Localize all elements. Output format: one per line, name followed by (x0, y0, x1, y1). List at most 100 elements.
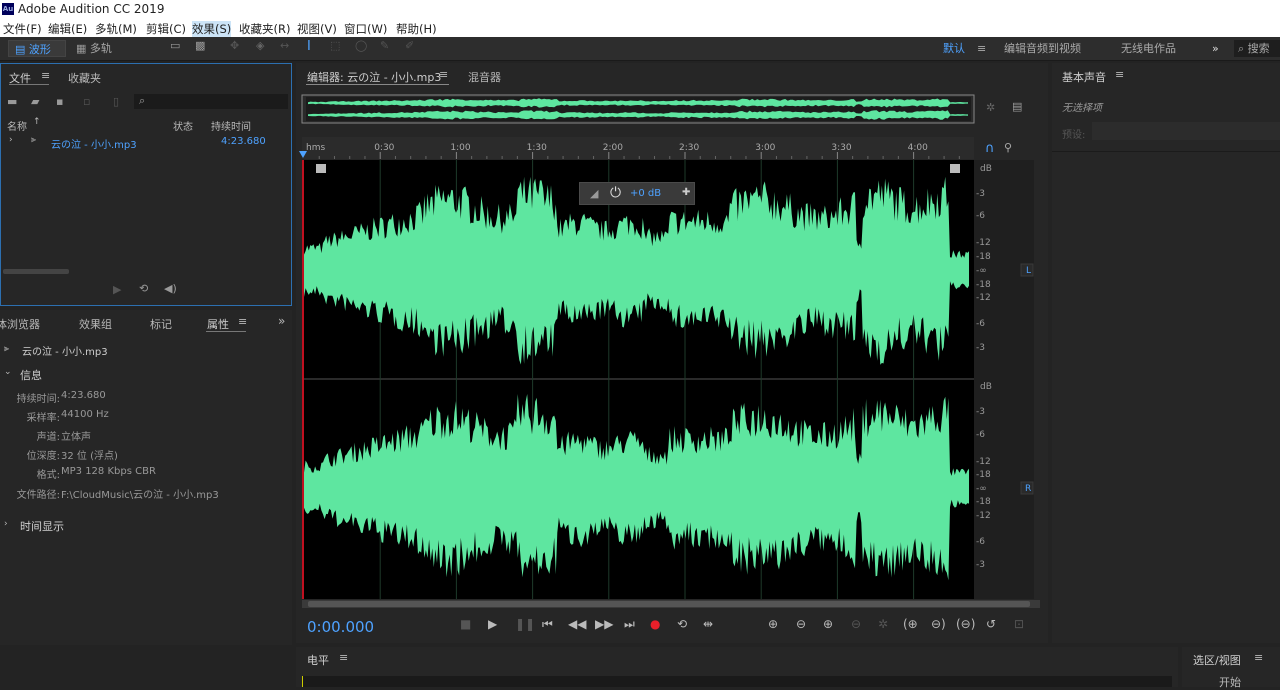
time-selection-tool-icon[interactable]: I (307, 40, 311, 57)
menu-multitrack[interactable]: 多轨(M) (95, 21, 137, 37)
zoom-reset-icon[interactable]: ↺ (986, 617, 996, 631)
files-search-input[interactable]: ⌕ (134, 94, 288, 109)
horizontal-scrollbar[interactable] (3, 269, 69, 274)
selection-view-title[interactable]: 选区/视图 (1193, 652, 1241, 668)
waveform-view-button[interactable]: ▤ 波形 (8, 40, 66, 57)
menu-edit[interactable]: 编辑(E) (48, 21, 87, 37)
menu-file[interactable]: 文件(F) (3, 21, 42, 37)
loop-preview-icon[interactable]: ⟲ (139, 283, 148, 294)
essential-sound-menu-icon[interactable]: ≡ (1115, 68, 1124, 81)
file-row[interactable]: › ⫸ 云の泣 - 小小.mp3 4:23.680 (1, 133, 291, 151)
go-to-start-icon[interactable]: ⏮ (542, 617, 553, 632)
fast-forward-icon[interactable]: ▶▶ (595, 617, 613, 631)
tab-favorites[interactable]: 收藏夹 (68, 70, 101, 86)
record-icon[interactable]: ● (650, 617, 660, 631)
workspace-radio[interactable]: 无线电作品 (1121, 40, 1176, 57)
collapse-chevron-icon[interactable]: ⌄ (4, 367, 12, 377)
pause-icon[interactable]: ❚❚ (515, 617, 535, 631)
menu-help[interactable]: 帮助(H) (396, 21, 437, 37)
zoom-full-icon[interactable]: ✲ (878, 617, 888, 631)
zoom-selection-icon[interactable]: (⊖) (956, 617, 975, 631)
level-title[interactable]: 电平 (307, 652, 329, 668)
preset-label: 预设: (1062, 130, 1086, 141)
info-key: 格式: (36, 470, 60, 481)
col-duration[interactable]: 持续时间 (211, 118, 251, 133)
slip-tool-icon[interactable]: ↔ (280, 40, 289, 57)
waveform-canvas[interactable]: hms 0:30 1:00 1:30 2:00 2:30 3:00 3:30 4:00 dB -3… (296, 63, 1048, 643)
col-status[interactable]: 状态 (173, 118, 193, 133)
menu-bar: 文件(F) 编辑(E) 多轨(M) 剪辑(C) 效果(S) 收藏夹(R) 视图(… (0, 18, 1280, 37)
menu-window[interactable]: 窗口(W) (344, 21, 387, 37)
delete-icon[interactable]: ▯ (113, 96, 119, 107)
menu-effects[interactable]: 效果(S) (192, 21, 232, 37)
selection-menu-icon[interactable]: ≡ (1254, 651, 1263, 664)
open-file-icon[interactable]: ▬ (7, 96, 17, 107)
info-key: 采样率: (26, 413, 60, 424)
time-display[interactable]: 0:00.000 (307, 618, 374, 636)
tab-properties[interactable]: 属性 (207, 316, 229, 332)
spot-healing-tool-icon[interactable]: ✐ (405, 40, 414, 57)
zoom-to-selection-icon[interactable]: ⊡ (1014, 617, 1024, 631)
files-menu-icon[interactable]: ≡ (41, 69, 50, 82)
search-box[interactable]: ⌕ 搜索 (1234, 40, 1280, 57)
menu-view[interactable]: 视图(V) (297, 21, 337, 37)
level-icon: ◢ (590, 187, 599, 200)
hud-db-value[interactable]: +0 dB (630, 188, 661, 199)
preset-dropdown[interactable] (1092, 122, 1280, 140)
section-info[interactable]: 信息 (20, 367, 42, 383)
zoom-out-amplitude-icon[interactable]: ⊖ (796, 617, 806, 631)
volume-knob-icon[interactable]: ⏻ (610, 185, 621, 201)
files-panel: 文件 ≡ 收藏夹 ▬ ▰ ▪ ▫ ▯ ⌕ 名称 ↑ 状态 持续时间 › ⫸ 云の… (0, 63, 292, 306)
loop-icon[interactable]: ⟲ (677, 617, 687, 631)
razor-tool-icon[interactable]: ◈ (256, 40, 264, 57)
tab-markers[interactable]: 标记 (150, 316, 172, 332)
tab-effects-group[interactable]: 效果组 (79, 316, 112, 332)
more-tabs-icon[interactable]: » (278, 314, 285, 328)
menu-favorites[interactable]: 收藏夹(R) (239, 21, 290, 37)
multitrack-view-button[interactable]: ▦ 多轨 (76, 40, 126, 57)
zoom-in-time-icon[interactable]: ⊕ (823, 617, 833, 631)
pin-icon[interactable]: ✚ (682, 187, 690, 198)
no-selection-label: 无选择项 (1062, 103, 1102, 114)
zoom-out-time-icon[interactable]: ⊖ (851, 617, 861, 631)
move-tool-icon[interactable]: ✥ (230, 40, 239, 57)
play-preview-icon[interactable]: ▶ (113, 284, 121, 295)
marquee-tool-icon[interactable]: ⬚ (330, 40, 340, 57)
search-icon: ⌕ (1238, 42, 1245, 55)
zoom-out-point-icon[interactable]: ⊖) (931, 617, 946, 631)
import-icon[interactable]: ▰ (31, 96, 39, 107)
db-label: -12 (976, 293, 991, 303)
spectral-display-icon[interactable]: ▭ (170, 40, 180, 57)
go-to-end-icon[interactable]: ⏭ (624, 617, 635, 632)
workspace-edit-video[interactable]: 编辑音频到视频 (1004, 40, 1081, 57)
brush-tool-icon[interactable]: ✎ (380, 40, 389, 57)
hud-volume[interactable]: ◢ ⏻ +0 dB ✚ (579, 182, 695, 205)
tab-media-browser[interactable]: 媒体浏览器 (0, 316, 40, 332)
properties-menu-icon[interactable]: ≡ (238, 315, 247, 328)
audio-file-icon: ⫸ (4, 344, 10, 354)
workspace-menu-icon[interactable]: ≡ (977, 40, 986, 57)
tab-underline (206, 331, 246, 332)
new-file-icon[interactable]: ▪ (56, 96, 63, 107)
expand-chevron-icon[interactable]: › (9, 135, 13, 145)
stop-icon[interactable]: ■ (460, 617, 471, 631)
menu-clip[interactable]: 剪辑(C) (146, 21, 186, 37)
col-name[interactable]: 名称 (7, 118, 27, 133)
info-value: 4:23.680 (61, 390, 106, 401)
skip-selection-icon[interactable]: ⇹ (703, 617, 713, 631)
expand-chevron-icon[interactable]: › (4, 519, 8, 529)
volume-icon[interactable]: ◀) (164, 283, 177, 294)
workspace-default[interactable]: 默认 (943, 40, 965, 57)
zoom-in-amplitude-icon[interactable]: ⊕ (768, 617, 778, 631)
level-menu-icon[interactable]: ≡ (339, 651, 348, 664)
essential-sound-title[interactable]: 基本声音 (1062, 69, 1106, 85)
zoom-in-point-icon[interactable]: (⊕ (903, 617, 918, 631)
pitch-display-icon[interactable]: ▩ (195, 40, 205, 57)
lasso-tool-icon[interactable]: ◯ (355, 40, 367, 57)
play-icon[interactable]: ▶ (488, 617, 497, 631)
insert-icon[interactable]: ▫ (83, 96, 90, 107)
more-workspaces-icon[interactable]: » (1212, 40, 1219, 57)
rewind-icon[interactable]: ◀◀ (568, 617, 586, 631)
db-label: -18 (976, 470, 991, 480)
section-time-display[interactable]: 时间显示 (20, 518, 64, 534)
